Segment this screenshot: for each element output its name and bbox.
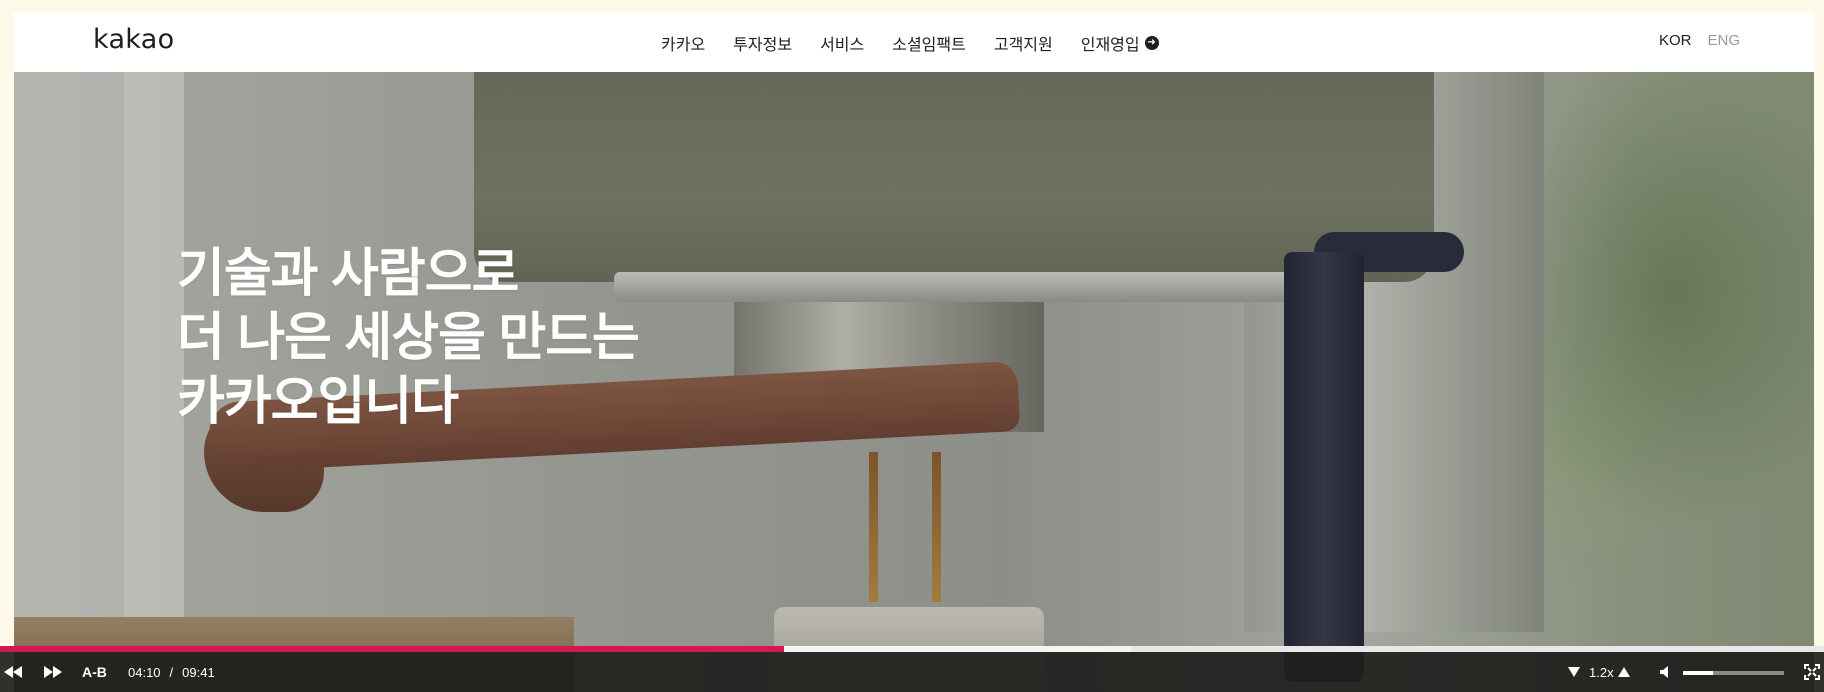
site-header: kakao 카카오 투자정보 서비스 소셜임팩트 고객지원 인재영입 ➜ KOR… bbox=[14, 12, 1814, 72]
duration: 09:41 bbox=[182, 664, 215, 680]
hero-title-line: 더 나은 세상을 만드는 bbox=[177, 309, 640, 367]
nav-item-label: 인재영입 bbox=[1080, 37, 1140, 54]
language-switcher: KOR ENG bbox=[1659, 32, 1740, 49]
nav-item-label: 투자정보 bbox=[733, 37, 793, 54]
page-frame: kakao 카카오 투자정보 서비스 소셜임팩트 고객지원 인재영입 ➜ KOR… bbox=[14, 12, 1814, 692]
fullscreen-button[interactable] bbox=[1804, 652, 1820, 692]
lang-eng[interactable]: ENG bbox=[1707, 32, 1740, 49]
fullscreen-icon bbox=[1804, 664, 1820, 680]
nav-item-investor[interactable]: 투자정보 bbox=[733, 31, 792, 55]
hero-title-line: 카카오입니다 bbox=[177, 373, 459, 431]
nav-item-support[interactable]: 고객지원 bbox=[994, 31, 1053, 55]
volume-icon bbox=[1660, 666, 1668, 678]
fast-forward-button[interactable] bbox=[44, 652, 62, 692]
hero-title-line: 기술과 사람으로 bbox=[177, 245, 519, 303]
current-time: 04:10 bbox=[128, 664, 161, 680]
playback-speed: 1.2x bbox=[1589, 664, 1614, 680]
speed-down-icon bbox=[1568, 667, 1580, 677]
main-nav: 카카오 투자정보 서비스 소셜임팩트 고객지원 인재영입 ➜ bbox=[661, 31, 1159, 55]
nav-item-label: 카카오 bbox=[661, 37, 706, 54]
hero-title: 기술과 사람으로 더 나은 세상을 만드는 카카오입니다 bbox=[177, 242, 640, 434]
fast-forward-icon bbox=[44, 666, 62, 678]
hero-video[interactable]: 기술과 사람으로 더 나은 세상을 만드는 카카오입니다 bbox=[14, 72, 1814, 692]
volume-level bbox=[1683, 671, 1714, 675]
nav-item-kakao[interactable]: 카카오 bbox=[661, 31, 705, 55]
rewind-icon bbox=[4, 666, 22, 678]
speed-up-button[interactable] bbox=[1618, 652, 1630, 692]
nav-item-label: 서비스 bbox=[820, 37, 865, 54]
speed-up-icon bbox=[1618, 667, 1630, 677]
nav-item-careers[interactable]: 인재영입 ➜ bbox=[1081, 31, 1159, 55]
nav-item-services[interactable]: 서비스 bbox=[820, 31, 864, 55]
nav-item-label: 소셜임팩트 bbox=[892, 37, 966, 54]
arrow-right-circle-icon: ➜ bbox=[1144, 36, 1159, 50]
time-separator: / bbox=[169, 664, 174, 680]
speed-down-button[interactable] bbox=[1568, 652, 1580, 692]
time-display: 04:10 / 09:41 bbox=[128, 652, 215, 692]
volume-slider[interactable] bbox=[1683, 671, 1784, 675]
kakao-logo[interactable]: kakao bbox=[93, 24, 174, 55]
ab-repeat-button[interactable]: A-B bbox=[82, 652, 107, 692]
lang-kor[interactable]: KOR bbox=[1659, 32, 1692, 49]
rewind-button[interactable] bbox=[4, 652, 22, 692]
mute-button[interactable] bbox=[1660, 652, 1672, 692]
nav-item-social-impact[interactable]: 소셜임팩트 bbox=[892, 31, 966, 55]
nav-item-label: 고객지원 bbox=[993, 37, 1053, 54]
video-controls: A-B 04:10 / 09:41 1.2x bbox=[0, 652, 1824, 692]
